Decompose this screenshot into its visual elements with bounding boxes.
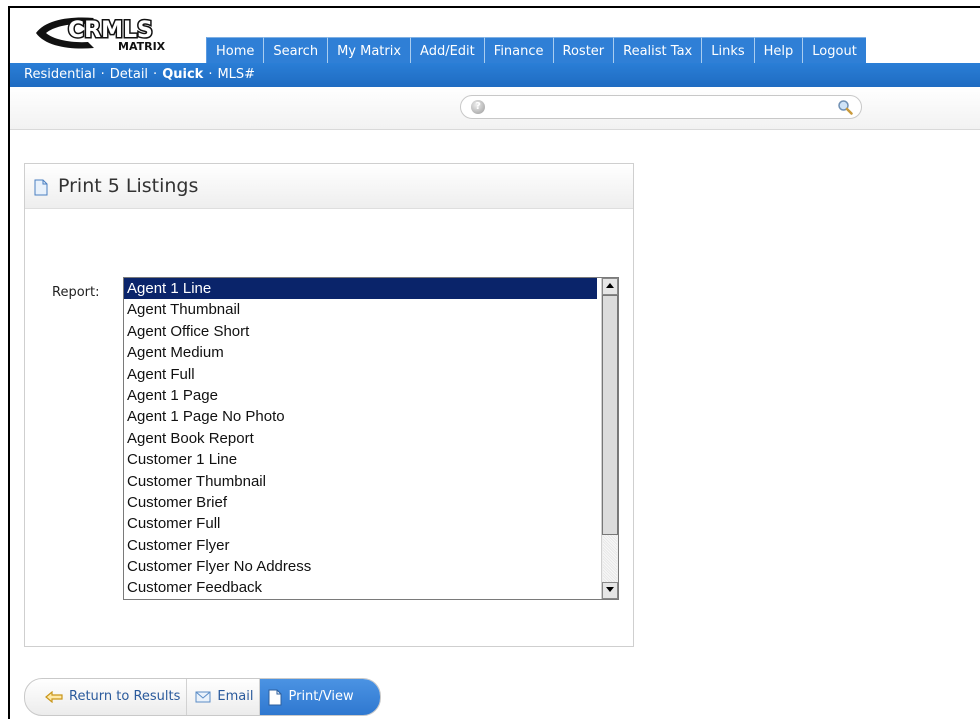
- print-panel: Print 5 Listings Report: Agent 1 Line Ag…: [24, 163, 634, 647]
- report-option[interactable]: Customer Full: [124, 513, 618, 534]
- report-label: Report:: [52, 285, 100, 300]
- subnav-separator: ·: [100, 67, 105, 82]
- report-option-selected[interactable]: Agent 1 Line: [124, 278, 597, 300]
- report-option[interactable]: Agent Office Short: [124, 321, 618, 342]
- report-option[interactable]: Agent Thumbnail: [124, 299, 618, 320]
- nav-logout[interactable]: Logout: [802, 37, 866, 64]
- header: CRMLS MATRIX Home Search My Matrix Add/E…: [10, 8, 980, 64]
- speed-bar: ?: [460, 95, 862, 119]
- panel-title: Print 5 Listings: [58, 175, 199, 197]
- report-option[interactable]: Agent 1 Page No Photo: [124, 406, 618, 427]
- magnifier-icon[interactable]: [837, 99, 853, 115]
- email-icon: [195, 691, 211, 703]
- sub-nav: Residential · Detail · Quick · MLS#: [10, 63, 980, 87]
- return-label: Return to Results: [69, 689, 181, 704]
- print-view-button[interactable]: Print/View: [260, 679, 380, 715]
- subnav-mls-number[interactable]: MLS#: [217, 67, 255, 82]
- nav-home[interactable]: Home: [206, 37, 264, 64]
- subnav-quick[interactable]: Quick: [162, 67, 203, 82]
- report-option[interactable]: Customer Flyer: [124, 535, 618, 556]
- crmls-matrix-logo[interactable]: CRMLS MATRIX: [32, 13, 202, 53]
- search-input[interactable]: [493, 98, 827, 118]
- report-option[interactable]: Agent Full: [124, 364, 618, 385]
- logo-subtext: MATRIX: [118, 40, 166, 53]
- help-icon[interactable]: ?: [471, 100, 485, 114]
- report-option[interactable]: Customer Flyer No Address: [124, 556, 618, 577]
- nav-search[interactable]: Search: [263, 37, 328, 64]
- subnav-detail[interactable]: Detail: [110, 67, 148, 82]
- report-option[interactable]: Agent 1 Page: [124, 385, 618, 406]
- scroll-down-button[interactable]: [602, 582, 618, 599]
- report-option[interactable]: Customer Feedback: [124, 577, 618, 598]
- subnav-separator: ·: [208, 67, 213, 82]
- app-window: CRMLS MATRIX Home Search My Matrix Add/E…: [8, 6, 980, 719]
- nav-roster[interactable]: Roster: [552, 37, 614, 64]
- subnav-residential[interactable]: Residential: [24, 67, 96, 82]
- report-option[interactable]: Customer Brief: [124, 492, 618, 513]
- main-nav: Home Search My Matrix Add/Edit Finance R…: [206, 37, 866, 64]
- report-option[interactable]: Customer Thumbnail: [124, 471, 618, 492]
- nav-links[interactable]: Links: [701, 37, 754, 64]
- report-option[interactable]: Agent Medium: [124, 342, 618, 363]
- print-view-label: Print/View: [288, 689, 354, 704]
- scroll-thumb[interactable]: [602, 295, 618, 535]
- arrow-down-icon: [606, 587, 614, 592]
- listbox-scrollbar[interactable]: [601, 278, 618, 599]
- nav-realist-tax[interactable]: Realist Tax: [613, 37, 702, 64]
- subnav-separator: ·: [153, 67, 158, 82]
- nav-finance[interactable]: Finance: [483, 37, 553, 64]
- action-bar: Return to Results Email Print/View: [24, 678, 381, 716]
- arrow-up-icon: [606, 283, 614, 288]
- report-option[interactable]: Agent Book Report: [124, 428, 618, 449]
- panel-header: Print 5 Listings: [25, 164, 633, 209]
- document-icon: [34, 179, 48, 196]
- back-arrow-icon: [45, 691, 63, 703]
- nav-my-matrix[interactable]: My Matrix: [327, 37, 411, 64]
- document-icon: [268, 689, 282, 705]
- scroll-track[interactable]: [603, 535, 617, 582]
- search-bar-row: ?: [10, 87, 980, 130]
- report-listbox[interactable]: Agent 1 Line Agent Thumbnail Agent Offic…: [123, 277, 619, 600]
- email-button[interactable]: Email: [187, 679, 261, 715]
- email-label: Email: [217, 689, 254, 704]
- report-option[interactable]: Customer 1 Line: [124, 449, 618, 470]
- scroll-up-button[interactable]: [602, 278, 618, 295]
- return-to-results-button[interactable]: Return to Results: [25, 679, 188, 715]
- nav-help[interactable]: Help: [753, 37, 803, 64]
- nav-add-edit[interactable]: Add/Edit: [410, 37, 484, 64]
